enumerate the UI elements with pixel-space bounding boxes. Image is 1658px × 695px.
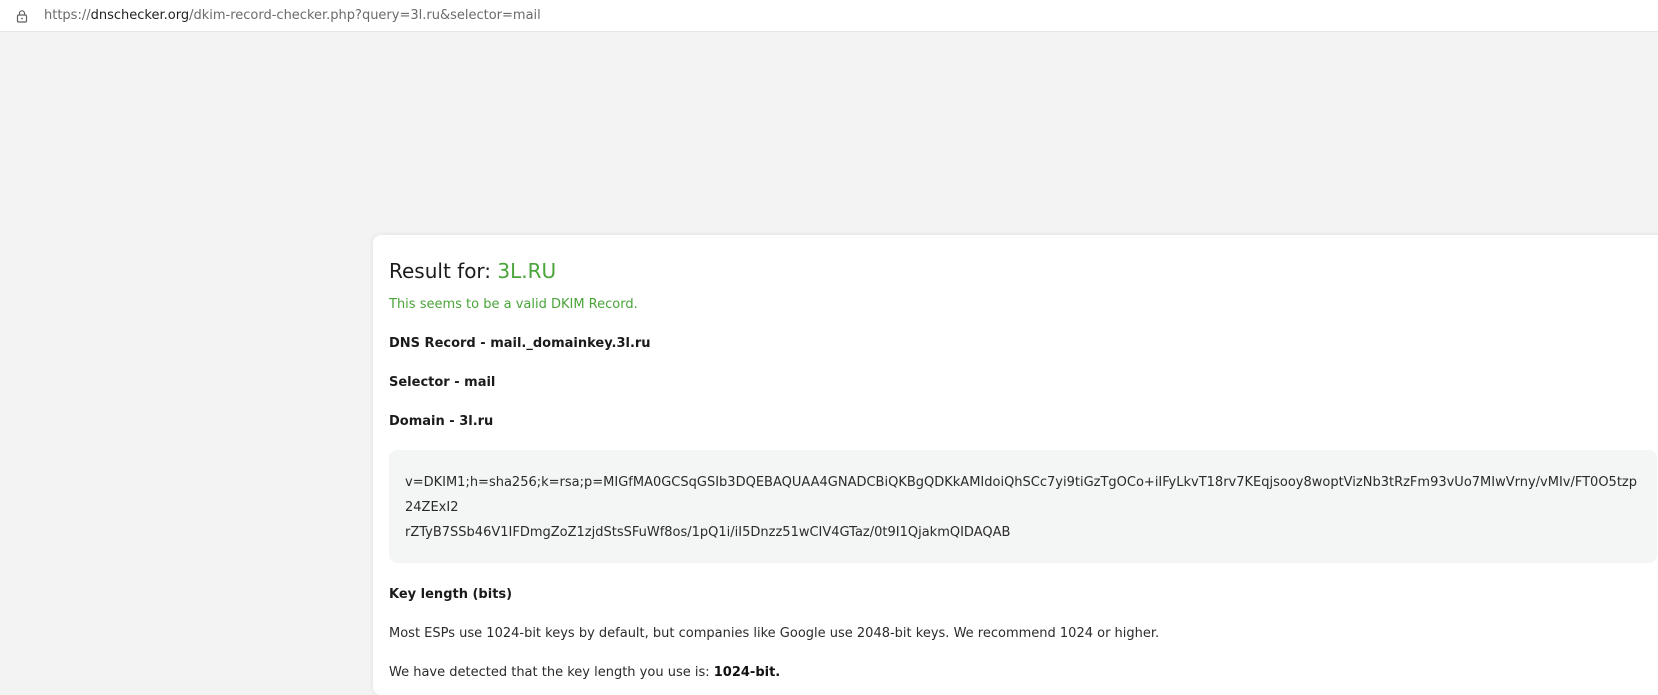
dns-record-line: DNS Record - mail._domainkey.3l.ru <box>389 336 651 351</box>
key-length-description: Most ESPs use 1024-bit keys by default, … <box>389 626 1160 641</box>
selector-line: Selector - mail <box>389 375 496 390</box>
key-length-detected: We have detected that the key length you… <box>389 665 1657 680</box>
url-host: dnschecker.org <box>90 8 190 23</box>
result-card: Result for: 3L.RU This seems to be a val… <box>373 235 1658 695</box>
result-title-label: Result for: <box>389 259 492 283</box>
valid-message: This seems to be a valid DKIM Record. <box>389 297 638 312</box>
key-length-title: Key length (bits) <box>389 587 513 602</box>
domain-line: Domain - 3l.ru <box>389 414 494 429</box>
address-bar[interactable]: https://dnschecker.org/dkim-record-check… <box>0 0 1658 32</box>
dkim-record-line-1: v=DKIM1;h=sha256;k=rsa;p=MIGfMA0GCSqGSIb… <box>405 475 1638 515</box>
lock-icon[interactable] <box>14 8 30 24</box>
url-path: /dkim-record-checker.php?query=3l.ru&sel… <box>189 8 541 23</box>
url-text[interactable]: https://dnschecker.org/dkim-record-check… <box>44 8 541 23</box>
dkim-record-line-2: rZTyB7SSb46V1IFDmgZoZ1zjdStsSFuWf8os/1pQ… <box>405 525 1011 540</box>
url-prefix: https:// <box>44 8 91 23</box>
detected-value: 1024-bit. <box>713 665 781 680</box>
dkim-record-box[interactable]: v=DKIM1;h=sha256;k=rsa;p=MIGfMA0GCSqGSIb… <box>389 450 1657 563</box>
result-domain: 3L.RU <box>497 259 557 283</box>
detected-prefix: We have detected that the key length you… <box>389 665 710 680</box>
result-title: Result for: 3L.RU <box>389 259 1657 283</box>
